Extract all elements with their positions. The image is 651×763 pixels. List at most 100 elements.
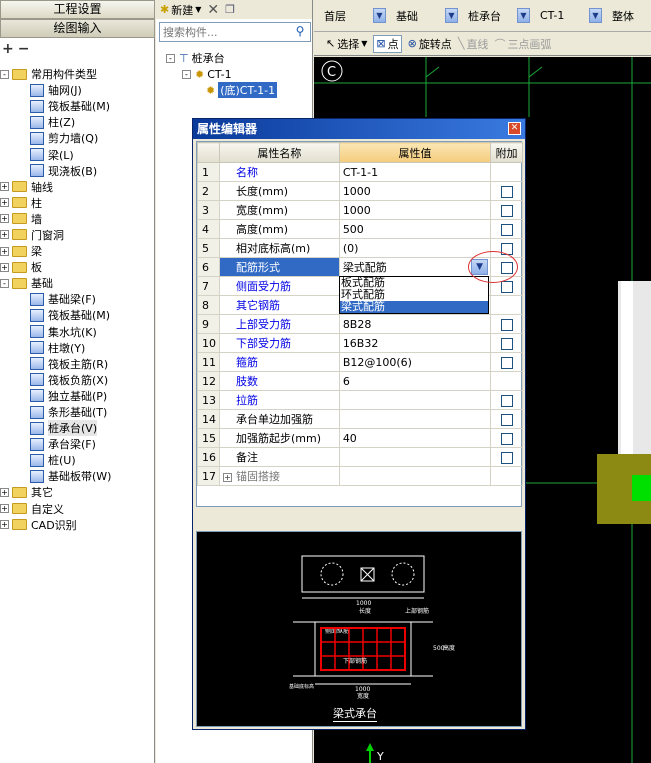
floor-select[interactable]: 首层 ▼ [320, 6, 386, 25]
tree-item[interactable]: + 其它 [0, 484, 154, 500]
tree-item[interactable]: + 柱 [0, 195, 154, 211]
add-checkbox[interactable] [500, 394, 513, 407]
expand-icon[interactable]: + [0, 230, 9, 240]
collapse-icon[interactable]: - [166, 53, 175, 63]
tree-item[interactable]: + 梁 [0, 243, 154, 259]
tree-item[interactable]: 桩承台(V) [0, 420, 154, 437]
property-row[interactable]: 5 相对底标高(m) (0) [197, 238, 523, 258]
tree-item[interactable]: + CAD识别 [0, 517, 154, 533]
property-row[interactable]: 10 下部受力筋 16B32 [197, 333, 523, 353]
component-select[interactable]: CT-1 ▼ [536, 6, 602, 25]
expand-icon[interactable]: + [0, 182, 9, 192]
add-checkbox[interactable] [500, 280, 513, 293]
expand-icon[interactable]: + [0, 487, 9, 497]
property-row[interactable]: 9 上部受力筋 8B28 [197, 314, 523, 334]
search-icon[interactable]: ⚲ [291, 24, 309, 40]
add-checkbox[interactable] [500, 204, 513, 217]
collapse-all-icon[interactable]: − [18, 41, 30, 57]
tree-item[interactable]: 现浇板(B) [0, 163, 154, 179]
property-value[interactable] [338, 447, 492, 467]
expand-icon[interactable]: + [222, 473, 232, 482]
tree-item[interactable]: 筏板基础(M) [0, 98, 154, 114]
point-tool-button[interactable]: ⊠ 点 [373, 34, 402, 53]
tree-item[interactable]: 桩(U) [0, 452, 154, 468]
expand-icon[interactable]: + [0, 504, 9, 514]
add-checkbox[interactable] [500, 185, 513, 198]
property-value[interactable]: 1000 [338, 200, 492, 220]
property-value[interactable]: CT-1-1 [338, 162, 492, 182]
tree-item[interactable]: 筏板基础(M) [0, 307, 154, 323]
tree-item[interactable]: 柱(Z) [0, 114, 154, 130]
type-select[interactable]: 桩承台 ▼ [464, 6, 530, 25]
tree-item[interactable]: 基础梁(F) [0, 291, 154, 307]
tree-root[interactable]: - ⊤ 桩承台 [166, 50, 277, 66]
tree-item[interactable]: + 自定义 [0, 501, 154, 517]
property-row[interactable]: 3 宽度(mm) 1000 [197, 200, 523, 220]
tree-child[interactable]: - ✹ CT-1 [166, 66, 277, 82]
arc-tool-button[interactable]: ⌒ 三点画弧 [494, 36, 551, 52]
new-component-button[interactable]: ✱ 新建 ▼ [160, 2, 201, 18]
tree-item[interactable]: + 门窗洞 [0, 227, 154, 243]
property-value[interactable]: 16B32 [338, 333, 492, 353]
property-row[interactable]: 15 加强筋起步(mm) 40 [197, 428, 523, 448]
property-row[interactable]: 14 承台单边加强筋 [197, 409, 523, 429]
tree-leaf[interactable]: ✹ (底)CT-1-1 [166, 82, 278, 98]
tree-item[interactable]: 承台梁(F) [0, 436, 154, 452]
expand-icon[interactable]: + [0, 198, 9, 208]
property-row[interactable]: 2 长度(mm) 1000 [197, 181, 523, 201]
select-tool-button[interactable]: ↖ 选择 ▼ [326, 36, 367, 52]
add-checkbox[interactable] [500, 413, 513, 426]
property-row[interactable]: 1 名称 CT-1-1 [197, 162, 523, 182]
collapse-icon[interactable]: - [0, 278, 9, 288]
line-tool-button[interactable]: ╲ 直线 [458, 36, 489, 52]
tree-item[interactable]: 轴网(J) [0, 82, 154, 98]
property-row[interactable]: 16 备注 [197, 447, 523, 467]
add-checkbox[interactable] [500, 223, 513, 236]
property-value[interactable]: (0) [338, 238, 492, 258]
property-value[interactable]: B12@100(6) [338, 352, 492, 372]
drawing-input-button[interactable]: 绘图输入 [0, 19, 155, 38]
tree-item[interactable]: 条形基础(T) [0, 404, 154, 420]
delete-icon[interactable]: ✕ [207, 2, 219, 18]
tree-item[interactable]: 梁(L) [0, 146, 154, 162]
tree-item[interactable]: 基础板带(W) [0, 468, 154, 484]
property-value[interactable]: 40 [338, 428, 492, 448]
property-row[interactable]: 11 箍筋 B12@100(6) [197, 352, 523, 372]
property-row[interactable]: 13 拉筋 [197, 390, 523, 410]
add-checkbox[interactable] [500, 451, 513, 464]
add-checkbox[interactable] [500, 337, 513, 350]
expand-icon[interactable]: + [0, 246, 9, 256]
tree-item[interactable]: 筏板负筋(X) [0, 372, 154, 388]
tree-item[interactable]: + 墙 [0, 211, 154, 227]
tree-item[interactable]: 筏板主筋(R) [0, 356, 154, 372]
collapse-icon[interactable]: - [0, 69, 9, 79]
property-value[interactable]: 6 [338, 371, 492, 391]
dialog-title-bar[interactable]: 属性编辑器 ✕ [193, 119, 525, 139]
tree-item[interactable]: - 常用构件类型 [0, 66, 154, 82]
rotate-point-button[interactable]: ⊗ 旋转点 [408, 36, 452, 52]
search-input[interactable] [160, 23, 288, 41]
copy-icon[interactable]: ❐ [225, 3, 235, 16]
add-checkbox[interactable] [500, 432, 513, 445]
tree-item[interactable]: - 基础 [0, 275, 154, 291]
tree-item[interactable]: 独立基础(P) [0, 388, 154, 404]
property-value[interactable] [338, 390, 492, 410]
expand-all-icon[interactable]: + [2, 41, 14, 57]
tree-item[interactable]: 集水坑(K) [0, 324, 154, 340]
expand-icon[interactable]: + [0, 262, 9, 272]
collapse-icon[interactable]: - [182, 69, 191, 79]
property-row[interactable]: 4 高度(mm) 500 [197, 219, 523, 239]
expand-icon[interactable]: + [0, 520, 9, 530]
property-row[interactable]: 17 + 锚固搭接 [197, 466, 523, 486]
tree-item[interactable]: + 轴线 [0, 179, 154, 195]
dropdown-option[interactable]: 梁式配筋 [340, 301, 488, 313]
tree-item[interactable]: 剪力墙(Q) [0, 130, 154, 146]
expand-icon[interactable]: + [0, 214, 9, 224]
scope-select[interactable]: 整体 [608, 6, 648, 25]
category-select[interactable]: 基础 ▼ [392, 6, 458, 25]
property-value[interactable]: 500 [338, 219, 492, 239]
property-value[interactable] [338, 409, 492, 429]
add-checkbox[interactable] [500, 356, 513, 369]
property-value[interactable] [338, 466, 492, 486]
close-icon[interactable]: ✕ [508, 122, 521, 135]
